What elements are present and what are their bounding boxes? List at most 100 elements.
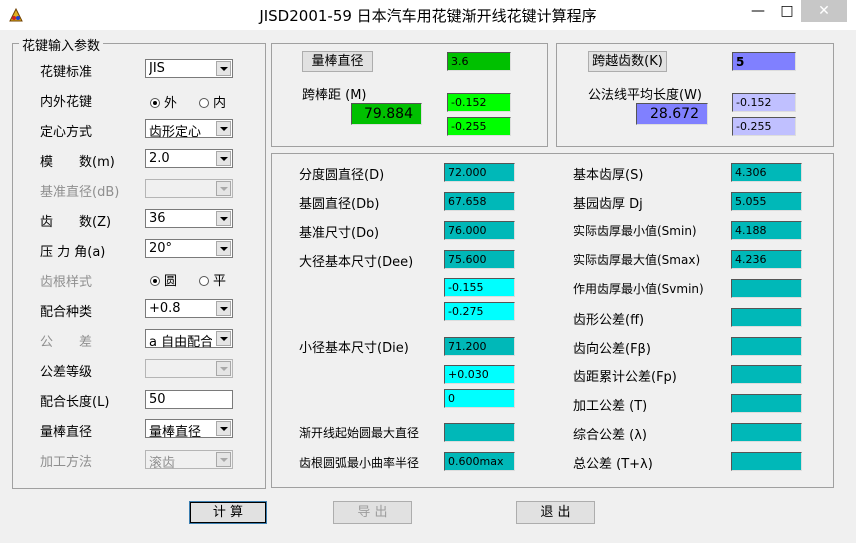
radio-inner-label: 内 <box>213 96 227 111</box>
pressure-angle-value: 20° <box>149 241 173 256</box>
span-length-label: 公法线平均长度(W) <box>588 88 702 103</box>
exit-button[interactable]: 退 出 <box>516 501 595 524</box>
title-bar: JISD2001-59 日本汽车用花键渐开线花键计算程序 — □ ✕ <box>0 0 856 30</box>
chevron-down-icon[interactable] <box>216 181 231 196</box>
radio-checked-icon[interactable] <box>150 276 160 286</box>
module-value: 2.0 <box>149 151 170 166</box>
pin-diameter-select[interactable]: 量棒直径 <box>145 419 233 440</box>
span-tol-upper: -0.152 <box>732 93 796 112</box>
basic-thickness-label: 基本齿厚(S) <box>573 168 644 183</box>
radio-flat-label: 平 <box>213 274 227 289</box>
minor-dia-tol2: 0 <box>444 389 515 408</box>
radio-outer[interactable]: 外 <box>150 92 177 111</box>
fit-type-select[interactable]: +0.8 <box>145 299 233 318</box>
method-label: 加工方法 <box>40 455 93 470</box>
pressure-angle-select[interactable]: 20° <box>145 239 233 258</box>
root-style-label: 齿根样式 <box>40 275 93 290</box>
minor-dia-output: 71.200 <box>444 337 515 356</box>
radio-checked-icon[interactable] <box>150 98 160 108</box>
major-dia-tol1: -0.155 <box>444 278 515 297</box>
fit-length-input[interactable]: 50 <box>145 390 233 409</box>
lead-tol-label: 齿向公差(Fβ) <box>573 342 651 357</box>
radio-unchecked-icon[interactable] <box>199 276 209 286</box>
ref-size-label: 基准尺寸(Do) <box>299 226 380 241</box>
radio-flat[interactable]: 平 <box>199 270 226 289</box>
comp-tol-output <box>731 423 802 442</box>
radio-unchecked-icon[interactable] <box>199 98 209 108</box>
comp-tol-label: 综合公差 (λ) <box>573 428 647 443</box>
tolerance-select[interactable]: a 自由配合 <box>145 329 233 350</box>
spline-standard-value: JIS <box>149 61 165 76</box>
eff-min-thickness-output <box>731 279 802 298</box>
tolerance-label: 公 差 <box>40 335 93 350</box>
pin-diameter-button[interactable]: 量棒直径 <box>302 51 373 72</box>
pitch-cum-tol-output <box>731 365 802 384</box>
method-value: 滚齿 <box>149 456 176 471</box>
chevron-down-icon[interactable] <box>216 151 231 166</box>
radio-inner[interactable]: 内 <box>199 92 226 111</box>
min-thickness-output: 4.188 <box>731 221 802 240</box>
centering-value: 齿形定心 <box>149 125 202 140</box>
base-diameter-select[interactable] <box>145 179 233 198</box>
pressure-angle-label: 压 力 角(a) <box>40 245 106 260</box>
chevron-down-icon[interactable] <box>216 421 231 436</box>
chevron-down-icon[interactable] <box>216 241 231 256</box>
fit-type-value: +0.8 <box>149 301 181 316</box>
pitch-dia-output: 72.000 <box>444 163 515 182</box>
tolerance-value: a 自由配合 <box>149 335 212 350</box>
tolerance-grade-label: 公差等级 <box>40 365 93 380</box>
machining-tol-output <box>731 394 802 413</box>
centering-select[interactable]: 齿形定心 <box>145 119 233 140</box>
span-tol-lower: -0.255 <box>732 117 796 136</box>
max-thickness-output: 4.236 <box>731 250 802 269</box>
eff-min-thickness-label: 作用齿厚最小值(Svmin) <box>573 282 704 296</box>
tolerance-grade-select[interactable] <box>145 359 233 378</box>
span-count-button[interactable]: 跨越齿数(K) <box>588 51 667 72</box>
spline-standard-label: 花键标准 <box>40 65 93 80</box>
span-length-output: 28.672 <box>636 103 708 125</box>
root-radius-label: 齿根圆弧最小曲率半径 <box>299 456 420 470</box>
chevron-down-icon[interactable] <box>216 121 231 136</box>
pitch-cum-tol-label: 齿距累计公差(Fp) <box>573 370 677 385</box>
module-label: 模 数(m) <box>40 155 115 170</box>
close-button[interactable]: ✕ <box>801 0 847 22</box>
distance-tol-upper: -0.152 <box>447 93 511 112</box>
involute-start-output <box>444 423 515 442</box>
spline-standard-select[interactable]: JIS <box>145 59 233 78</box>
calculate-button[interactable]: 计 算 <box>189 501 267 524</box>
root-radius-output: 0.600max <box>444 452 515 471</box>
centering-label: 定心方式 <box>40 125 93 140</box>
pin-diameter-value: 量棒直径 <box>149 425 202 440</box>
teeth-label: 齿 数(Z) <box>40 215 112 230</box>
minimize-button[interactable]: — <box>743 0 773 22</box>
total-tol-label: 总公差 (T+λ) <box>573 457 653 472</box>
base-diameter-label: 基准直径(dB) <box>40 185 120 200</box>
pitch-dia-label: 分度圆直径(D) <box>299 168 385 183</box>
involute-start-label: 渐开线起始圆最大直径 <box>299 426 420 440</box>
major-dia-label: 大径基本尺寸(Dee) <box>299 255 414 270</box>
profile-tol-label: 齿形公差(ff) <box>573 313 645 328</box>
teeth-value: 36 <box>149 211 166 226</box>
radio-round[interactable]: 圆 <box>150 270 177 289</box>
export-button[interactable]: 导 出 <box>333 501 412 524</box>
chevron-down-icon[interactable] <box>216 61 231 76</box>
inner-outer-label: 内外花键 <box>40 95 93 110</box>
module-select[interactable]: 2.0 <box>145 149 233 168</box>
input-group-legend: 花键输入参数 <box>19 35 104 54</box>
chevron-down-icon[interactable] <box>216 211 231 226</box>
maximize-button[interactable]: □ <box>773 0 801 22</box>
max-thickness-label: 实际齿厚最大值(Smax) <box>573 253 701 267</box>
chevron-down-icon[interactable] <box>216 301 231 316</box>
total-tol-output <box>731 452 802 471</box>
teeth-select[interactable]: 36 <box>145 209 233 228</box>
chevron-down-icon[interactable] <box>216 452 231 467</box>
base-circle-label: 基圆直径(Db) <box>299 197 380 212</box>
ref-size-output: 76.000 <box>444 221 515 240</box>
minor-dia-tol1: +0.030 <box>444 365 515 384</box>
method-select[interactable]: 滚齿 <box>145 450 233 471</box>
chevron-down-icon[interactable] <box>216 331 231 346</box>
distance-tol-lower: -0.255 <box>447 117 511 136</box>
chevron-down-icon[interactable] <box>216 361 231 376</box>
machining-tol-label: 加工公差 (T) <box>573 399 648 414</box>
pin-diameter-label: 量棒直径 <box>40 425 93 440</box>
